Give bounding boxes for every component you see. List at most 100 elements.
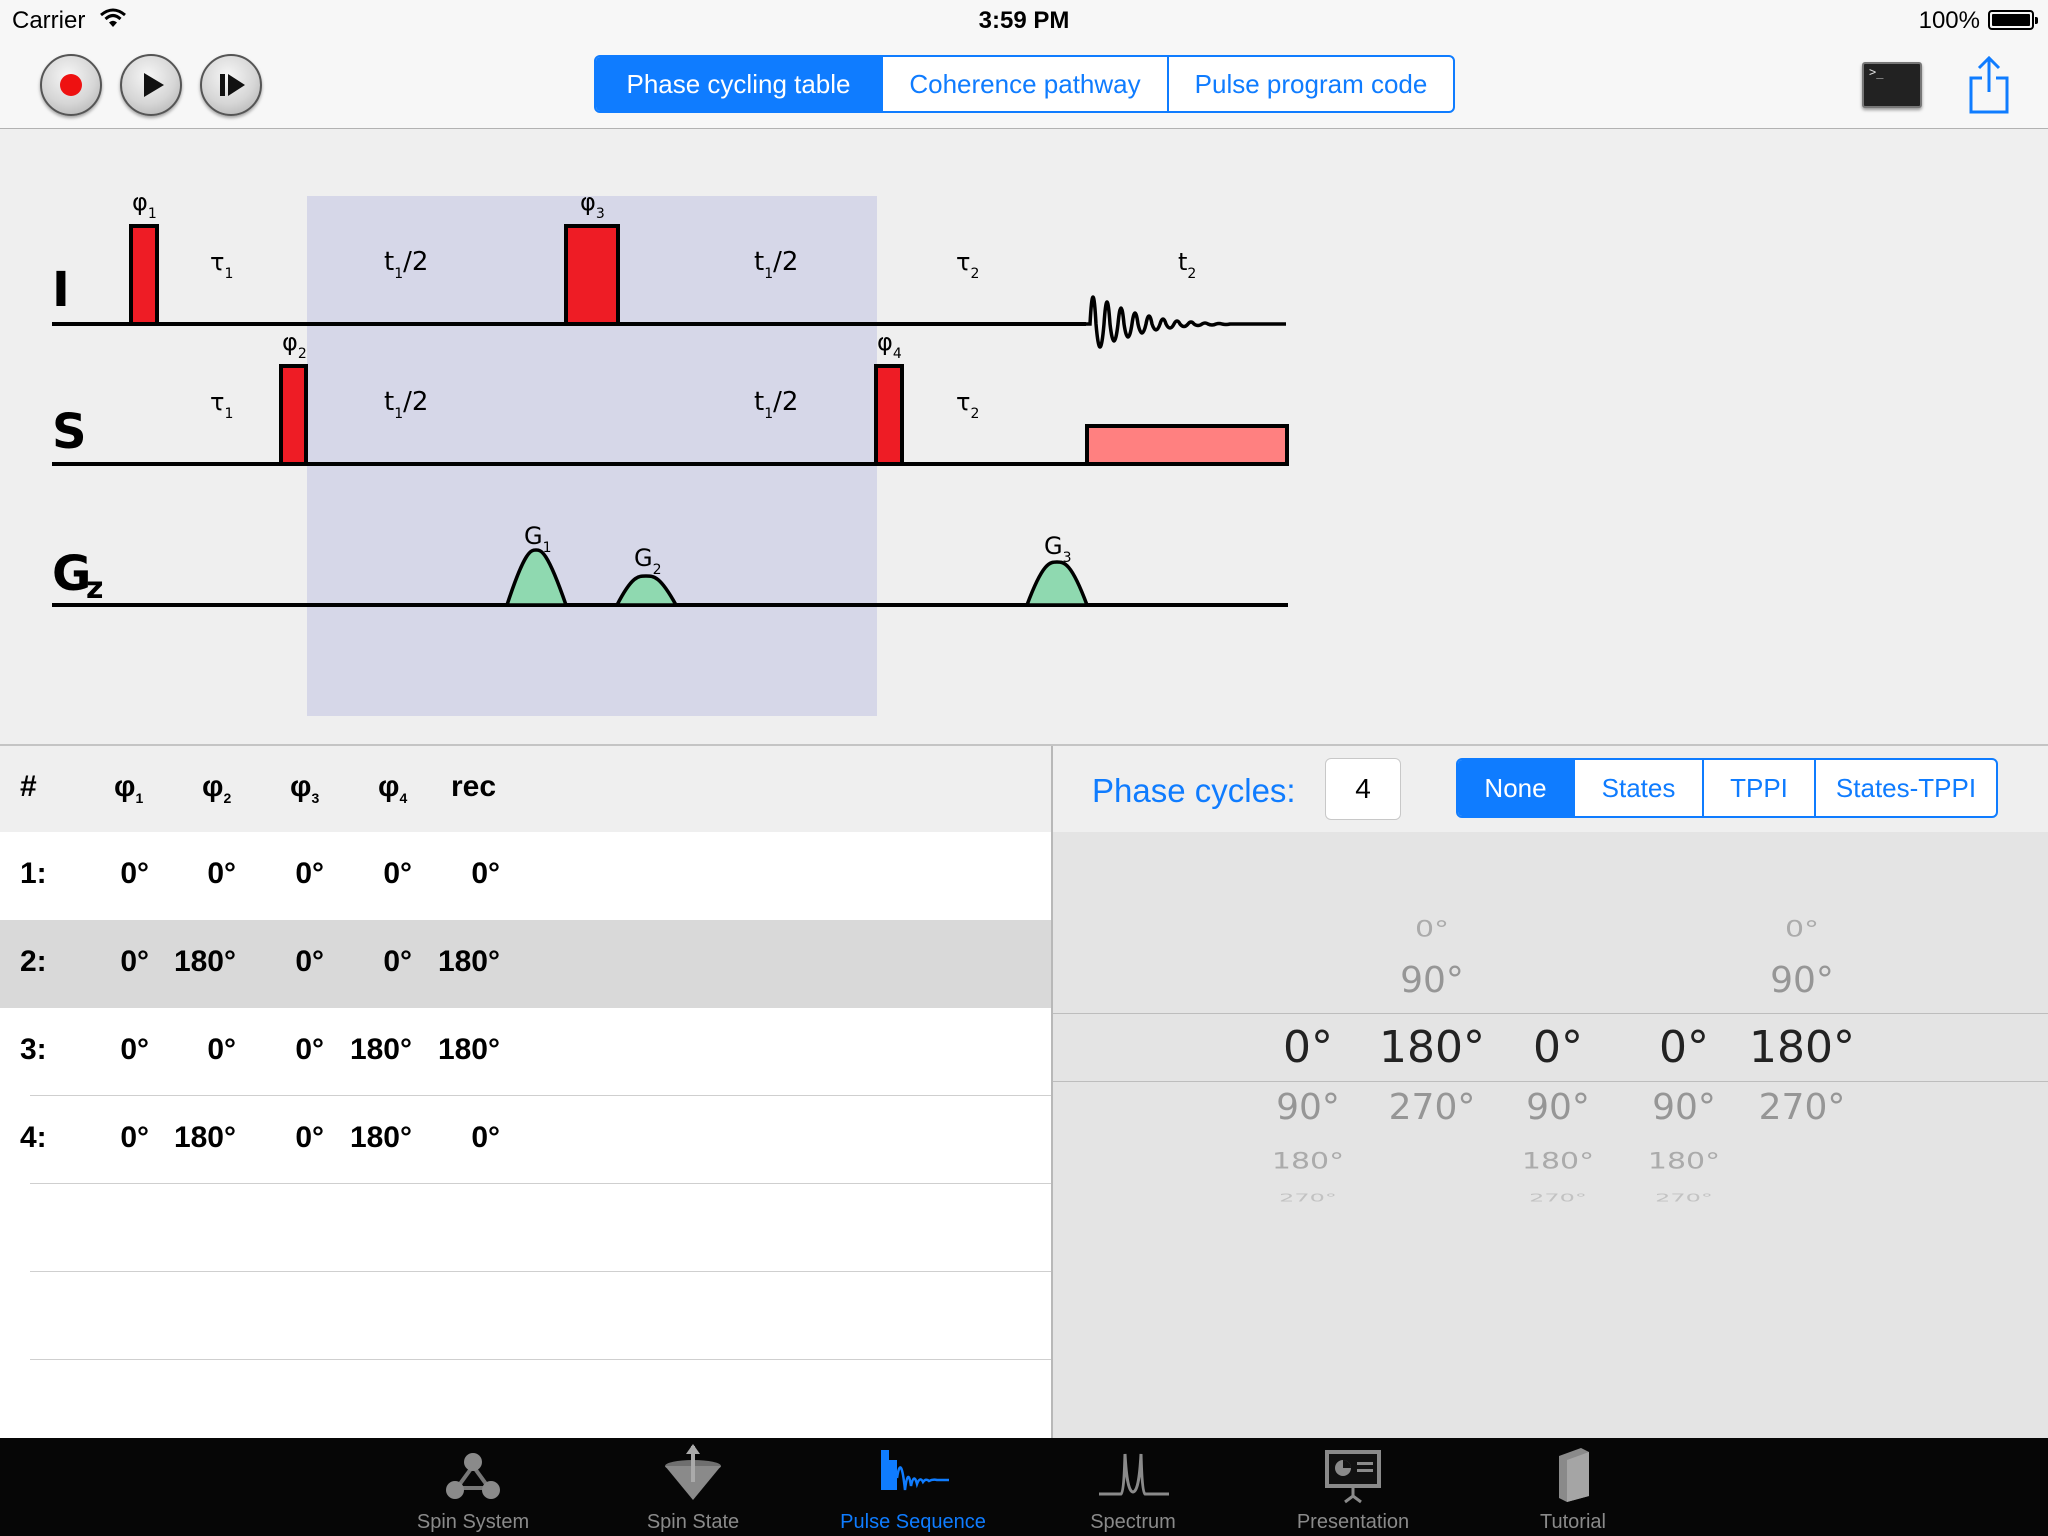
- phi2-value: 0°: [207, 1033, 236, 1066]
- phi3-value: 0°: [295, 945, 324, 978]
- picker-value: 0°: [1414, 916, 1450, 943]
- row-index: 1:: [20, 857, 47, 890]
- picker-value: 0°: [1784, 916, 1820, 943]
- phase-cycling-table: # φ1 φ2 φ3 φ4 rec 1: 0° 0° 0° 0° 0° 2: 0…: [0, 746, 1051, 1438]
- row-separator: [30, 1183, 1051, 1184]
- battery-icon: [1988, 10, 2038, 30]
- phi4-value: 180°: [349, 1121, 412, 1154]
- tab-pulse-program-code[interactable]: Pulse program code: [1167, 57, 1453, 111]
- picker-value: 180°: [1647, 1148, 1721, 1175]
- mode-tppi[interactable]: TPPI: [1702, 760, 1814, 816]
- column-header-rec: rec: [451, 770, 497, 803]
- phase-cycles-count-field[interactable]: 4: [1325, 758, 1401, 820]
- picker-value: 90°: [1526, 1087, 1590, 1128]
- terminal-button[interactable]: >_: [1862, 62, 1922, 108]
- table-header: # φ1 φ2 φ3 φ4 rec: [0, 746, 1051, 832]
- rec-value: 0°: [471, 1121, 500, 1154]
- pulse-phi2[interactable]: [279, 364, 308, 466]
- delay-t1-half-a: t1/2: [384, 247, 428, 282]
- delay-t1-half-d: t1/2: [754, 387, 798, 422]
- row-index: 4:: [20, 1121, 47, 1154]
- picker-value: 270°: [1388, 1087, 1476, 1128]
- label-phi4: φ4: [877, 328, 902, 362]
- tab-bar: Spin System Spin State Pulse Sequence Sp…: [0, 1438, 2048, 1536]
- picker-value: 90°: [1770, 960, 1834, 1001]
- pulse-sequence-diagram: I S G z φ1 φ2 φ3 φ4 τ1 τ1 t1/2 t1/2 t1/2…: [0, 130, 2048, 744]
- tab-spectrum[interactable]: Spectrum: [1043, 1438, 1223, 1536]
- tab-presentation[interactable]: Presentation: [1263, 1438, 1443, 1536]
- mode-states[interactable]: States: [1573, 760, 1702, 816]
- phi3-value: 0°: [295, 1033, 324, 1066]
- record-button[interactable]: [40, 54, 102, 116]
- picker-selection-line: [1053, 1081, 2048, 1082]
- spin-state-icon: [665, 1444, 721, 1500]
- phi4-value: 0°: [383, 857, 412, 890]
- tab-label: Spin State: [646, 1511, 740, 1533]
- acquisition-t2-label: t2: [1178, 248, 1196, 282]
- column-header-phi1: φ1: [114, 770, 144, 806]
- tab-phase-cycling-table[interactable]: Phase cycling table: [596, 57, 881, 111]
- rec-value: 180°: [437, 945, 500, 978]
- table-row[interactable]: 4: 0° 180° 0° 180° 0°: [0, 1096, 1051, 1184]
- picker-value: 90°: [1276, 1087, 1340, 1128]
- mode-states-tppi[interactable]: States-TPPI: [1814, 760, 1996, 816]
- phi4-value: 180°: [349, 1033, 412, 1066]
- s-channel-label: S: [52, 404, 87, 460]
- picker-value: 0°: [1283, 1022, 1333, 1073]
- toolbar: Phase cycling table Coherence pathway Pu…: [0, 40, 2048, 129]
- play-button[interactable]: [120, 54, 182, 116]
- pulse-phi1[interactable]: [129, 224, 159, 326]
- tab-coherence-pathway[interactable]: Coherence pathway: [881, 57, 1167, 111]
- step-forward-icon: [220, 74, 245, 96]
- row-index: 2:: [20, 945, 47, 978]
- spectrum-icon: [1099, 1453, 1169, 1496]
- pulse-phi3[interactable]: [564, 224, 620, 326]
- play-icon: [144, 73, 164, 97]
- row-separator: [30, 1359, 1051, 1360]
- presentation-icon: [1325, 1450, 1381, 1504]
- step-button[interactable]: [200, 54, 262, 116]
- tab-label: Presentation: [1296, 1511, 1410, 1533]
- label-phi2: φ2: [282, 328, 307, 362]
- tab-tutorial[interactable]: Tutorial: [1483, 1438, 1663, 1536]
- column-header-phi3: φ3: [290, 770, 320, 806]
- phase-cycles-label: Phase cycles:: [1092, 772, 1296, 809]
- delay-t1-half-c: t1/2: [384, 387, 428, 422]
- picker-selection-line: [1053, 1013, 2048, 1014]
- label-phi1: φ1: [132, 188, 157, 222]
- clock: 3:59 PM: [978, 7, 1070, 34]
- view-segmented-control: Phase cycling table Coherence pathway Pu…: [594, 55, 1455, 113]
- pulse-phi4[interactable]: [874, 364, 904, 466]
- column-header-phi4: φ4: [378, 770, 408, 806]
- fid-signal: [1086, 295, 1286, 349]
- delay-tau2-i: τ2: [956, 248, 979, 282]
- spin-system-icon: [446, 1453, 500, 1499]
- column-header-phi2: φ2: [202, 770, 232, 806]
- table-row-selected[interactable]: 2: 0° 180° 0° 0° 180°: [0, 920, 1051, 1008]
- rec-value: 180°: [437, 1033, 500, 1066]
- picker-value: 180°: [1749, 1022, 1855, 1073]
- delay-tau1-s: τ1: [210, 388, 233, 422]
- battery-percent: 100%: [1918, 7, 1980, 34]
- tab-spin-state[interactable]: Spin State: [603, 1438, 783, 1536]
- tab-label: Spin System: [416, 1511, 530, 1533]
- tab-pulse-sequence[interactable]: Pulse Sequence: [823, 1438, 1003, 1536]
- decoupling-block[interactable]: [1085, 424, 1289, 466]
- picker-value: 270°: [1279, 1191, 1337, 1205]
- tab-spin-system[interactable]: Spin System: [383, 1438, 563, 1536]
- phi4-value: 0°: [383, 945, 412, 978]
- phi3-value: 0°: [295, 1121, 324, 1154]
- rec-value: 0°: [471, 857, 500, 890]
- picker-value: 180°: [1271, 1148, 1345, 1175]
- row-separator: [30, 1095, 1051, 1096]
- phi2-value: 180°: [173, 945, 236, 978]
- gradient-g3[interactable]: [1024, 560, 1090, 607]
- table-row[interactable]: 3: 0° 0° 0° 180° 180°: [0, 1008, 1051, 1096]
- picker-value: 270°: [1758, 1087, 1846, 1128]
- table-row[interactable]: 1: 0° 0° 0° 0° 0°: [0, 832, 1051, 920]
- mode-none[interactable]: None: [1458, 760, 1573, 816]
- share-icon[interactable]: [1966, 52, 2012, 116]
- tab-label: Spectrum: [1090, 1511, 1176, 1533]
- phi1-value: 0°: [120, 1033, 149, 1066]
- pulse-sequence-icon: [881, 1450, 949, 1491]
